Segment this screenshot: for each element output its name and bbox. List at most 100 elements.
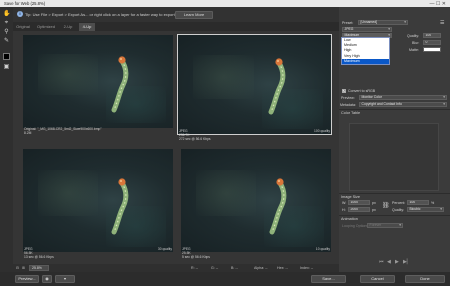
quality-option-maximum[interactable]: Maximum	[342, 58, 389, 64]
preview-original[interactable]: Original: "_MG_1068-CR2_5ml2_Siwe900x600…	[23, 35, 173, 137]
toggle-slices-icon[interactable]: ▣	[3, 64, 10, 70]
tab-original[interactable]: Original	[15, 23, 31, 31]
quality-dropdown-menu: Low Medium High Very High Maximum	[341, 37, 390, 65]
image-size-heading: Image Size	[341, 195, 360, 199]
save-button[interactable]: Save...	[311, 275, 346, 283]
matte-label: Matte:	[409, 48, 419, 52]
tab-optimized[interactable]: Optimized	[35, 23, 57, 31]
height-label: H:	[342, 208, 346, 212]
resample-quality-dropdown[interactable]: Bicubic	[407, 207, 444, 212]
zoom-info-bar: ⊟ ⊞ 25.8% R: -- G: -- B: -- Alpha: -- He…	[13, 264, 339, 272]
preview-in-browser-button[interactable]: Preview...	[15, 275, 39, 283]
animation-heading: Animation	[341, 217, 358, 221]
color-table-heading: Color Table	[341, 111, 361, 115]
preview-color-dropdown[interactable]: Monitor Color	[359, 95, 447, 100]
tab-4-up[interactable]: 4-Up	[79, 23, 95, 31]
zoom-plus-icon[interactable]: ⊞	[22, 266, 25, 270]
preview-download-time: 272 sec @ 56.6 Kbps	[179, 137, 211, 142]
browser-select-dropdown[interactable]: ▾	[55, 275, 75, 283]
height-input[interactable]: 2000	[348, 207, 370, 212]
dialog-footer: Preview... ◉ ▾ Save... Cancel Done	[0, 272, 450, 286]
divider	[339, 193, 450, 194]
readout-g: G: --	[211, 265, 219, 270]
link-dimensions-icon[interactable]: ⛓	[382, 202, 390, 209]
eyedropper-tool-icon[interactable]: ✎	[3, 38, 10, 44]
matte-color-swatch[interactable]	[423, 47, 441, 52]
preview-image	[177, 34, 332, 135]
width-input[interactable]: 1000	[348, 200, 370, 205]
readout-b: B: --	[231, 265, 238, 270]
previous-frame-icon[interactable]: ◀	[387, 259, 391, 265]
eyedropper-color-swatch[interactable]	[3, 53, 10, 60]
preview-caption: Original: "_MG_1068-CR2_5ml2_Siwe900x600…	[24, 127, 102, 132]
view-tabs: Original Optimized 2-Up 4-Up	[13, 22, 339, 31]
preset-label: Preset:	[342, 21, 354, 25]
percent-label: Percent:	[392, 201, 406, 205]
preset-dropdown[interactable]: [Unnamed]	[358, 20, 408, 25]
settings-menu-icon[interactable]: ☰	[440, 20, 444, 26]
hint-text: Tip: Use File > Export > Export As... or…	[25, 12, 189, 17]
readout-alpha: Alpha: --	[254, 265, 268, 270]
convert-srgb-checkbox[interactable]: ✓	[342, 89, 346, 93]
looping-options-label: Looping Options:	[342, 224, 370, 228]
height-unit: px	[372, 208, 376, 212]
browser-select-icon[interactable]: ◉	[42, 275, 52, 283]
readout-hex: Hex: --	[277, 265, 288, 270]
caterpillar-image	[268, 58, 286, 115]
play-icon[interactable]: ▶	[395, 259, 399, 265]
preview-download-time: 13 sec @ 56.6 Kbps	[24, 255, 54, 260]
looping-options-dropdown[interactable]: Forever	[367, 223, 403, 228]
divider	[339, 109, 450, 110]
preview-quality: 100 quality	[314, 129, 330, 134]
slice-select-tool-icon[interactable]: ⌖	[3, 20, 10, 26]
window-title-bar: Save for Web (25.8%) — ☐ ✕	[0, 0, 450, 7]
width-label: W:	[342, 201, 347, 205]
preview-image	[23, 35, 173, 128]
tool-strip: ✋ ⌖ ⚲ ✎ ▣	[0, 7, 13, 272]
quality-input[interactable]: 100	[423, 33, 441, 38]
settings-panel: Preset: [Unnamed] ☰ JPEG Maximum Quality…	[339, 7, 450, 272]
resample-quality-label: Quality:	[392, 208, 405, 212]
caterpillar-image	[111, 178, 129, 235]
width-unit: px	[372, 201, 376, 205]
preview-image	[23, 149, 173, 252]
preview-size: 8.2M	[24, 131, 32, 136]
blur-input[interactable]: 0	[423, 40, 441, 45]
tab-2-up[interactable]: 2-Up	[61, 23, 75, 31]
cancel-button[interactable]: Cancel	[360, 275, 395, 283]
metadata-label: Metadata:	[340, 103, 356, 107]
quality-label: Quality:	[407, 34, 420, 38]
preview-jpeg-10[interactable]: JPEG 25.5K 5 sec @ 56.6 Kbps 10 quality	[181, 149, 331, 261]
learn-more-button[interactable]: Learn More	[175, 11, 213, 19]
first-frame-icon[interactable]: ⏮	[379, 259, 384, 265]
readout-r: R: --	[191, 265, 198, 270]
zoom-minus-icon[interactable]: ⊟	[16, 266, 19, 270]
percent-input[interactable]: 100	[407, 200, 429, 205]
convert-srgb-label: Convert to sRGB	[348, 89, 376, 93]
preview-quality: 10 quality	[315, 247, 330, 252]
done-button[interactable]: Done	[405, 275, 445, 283]
window-controls[interactable]: — ☐ ✕	[430, 1, 446, 7]
next-frame-icon[interactable]: ▶▏	[403, 259, 411, 265]
preview-label: Preview:	[341, 96, 355, 100]
preview-grid: Original: "_MG_1068-CR2_5ml2_Siwe900x600…	[13, 31, 339, 264]
preview-quality: 30 quality	[157, 247, 172, 252]
hint-bar: i Tip: Use File > Export > Export As... …	[13, 7, 339, 22]
preview-image	[181, 149, 331, 252]
file-format-dropdown[interactable]: JPEG	[342, 27, 392, 32]
percent-unit: %	[431, 201, 435, 205]
divider	[339, 215, 450, 216]
preview-download-time: 5 sec @ 56.6 Kbps	[182, 255, 210, 260]
window-title: Save for Web (25.8%)	[4, 1, 46, 6]
preview-jpeg-30[interactable]: JPEG 56.5K 13 sec @ 56.6 Kbps 30 quality	[23, 149, 173, 261]
preview-jpeg-100[interactable]: JPEG 236.7K 272 sec @ 56.6 Kbps 100 qual…	[177, 34, 332, 143]
zoom-tool-icon[interactable]: ⚲	[3, 29, 10, 35]
metadata-dropdown[interactable]: Copyright and Contact Info	[359, 102, 447, 107]
blur-label: Blur:	[412, 41, 420, 45]
zoom-level-select[interactable]: 25.8%	[29, 265, 49, 271]
hand-tool-icon[interactable]: ✋	[3, 11, 10, 17]
caterpillar-image	[111, 56, 129, 113]
color-table	[349, 123, 439, 191]
readout-index: Index: --	[300, 265, 314, 270]
caterpillar-image	[269, 178, 287, 235]
